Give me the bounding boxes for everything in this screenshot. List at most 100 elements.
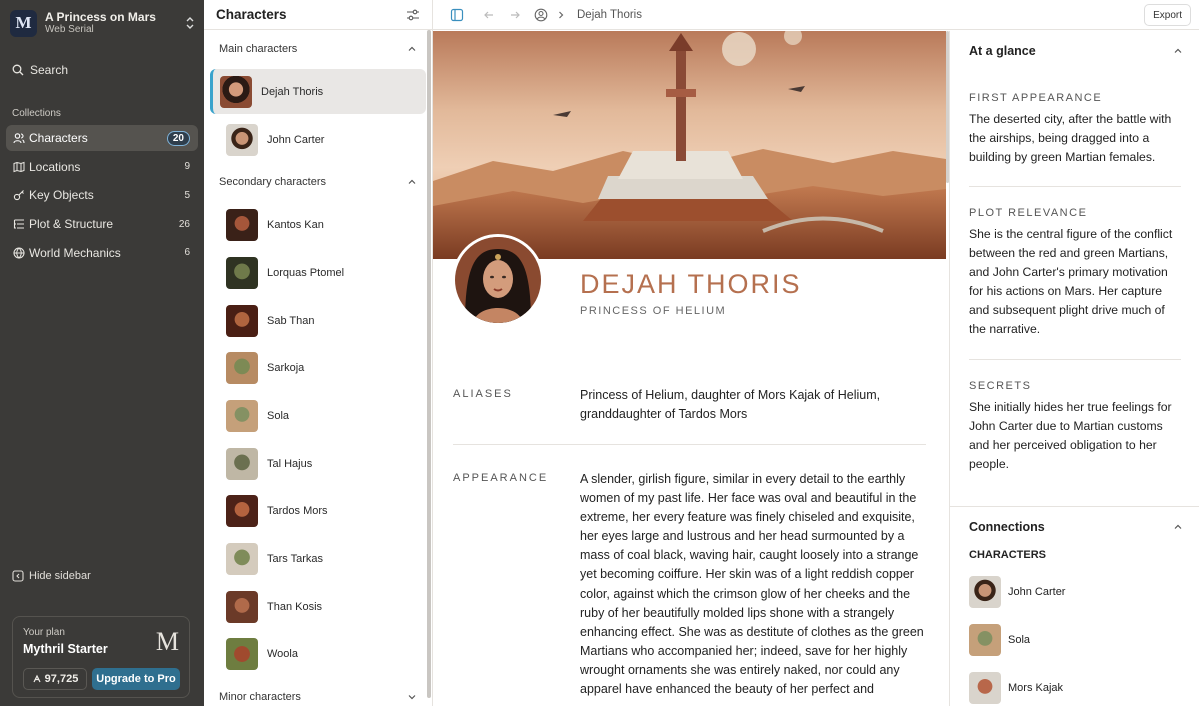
plan-name: Mythril Starter bbox=[23, 642, 108, 656]
list-header: Characters bbox=[204, 0, 432, 30]
avatar bbox=[226, 209, 258, 242]
info-panel: At a glance FIRST APPEARANCE The deserte… bbox=[949, 31, 1199, 706]
arrow-left-icon[interactable] bbox=[481, 7, 497, 23]
avatar bbox=[226, 123, 258, 156]
list-item-tardos-mors[interactable]: Tardos Mors bbox=[210, 488, 426, 536]
list-item-tars-tarkas[interactable]: Tars Tarkas bbox=[210, 535, 426, 583]
chevron-up-icon[interactable] bbox=[1173, 46, 1183, 56]
list-item-woola[interactable]: Woola bbox=[210, 631, 426, 679]
list-item-sola[interactable]: Sola bbox=[210, 392, 426, 440]
divider bbox=[969, 186, 1181, 187]
character-portrait bbox=[452, 234, 544, 326]
list-item-sarkoja[interactable]: Sarkoja bbox=[210, 344, 426, 392]
list-item-lorquas-ptomel[interactable]: Lorquas Ptomel bbox=[210, 249, 426, 297]
chevron-right-icon bbox=[557, 7, 565, 23]
chevron-up-icon bbox=[408, 46, 416, 51]
avatar bbox=[226, 304, 258, 337]
sidebar-item-locations[interactable]: Locations 9 bbox=[6, 154, 198, 180]
avatar bbox=[226, 447, 258, 480]
hero-image bbox=[433, 31, 946, 259]
first-appearance-value: The deserted city, after the battle with… bbox=[969, 112, 1172, 165]
project-subtitle: Web Serial bbox=[45, 24, 94, 35]
aliases-label: ALIASES bbox=[453, 388, 513, 400]
connection-sola[interactable]: Sola bbox=[969, 624, 1030, 656]
globe-icon bbox=[13, 247, 25, 259]
list-tree-icon bbox=[13, 218, 25, 230]
plan-logo: M bbox=[155, 627, 179, 656]
main-toolbar: Dejah Thoris Export bbox=[433, 0, 1199, 30]
avatar bbox=[226, 638, 258, 671]
list-item-dejah-thoris[interactable]: Dejah Thoris bbox=[210, 69, 426, 114]
list-item-kantos-kan[interactable]: Kantos Kan bbox=[210, 201, 426, 249]
plot-relevance-value: She is the central figure of the conflic… bbox=[969, 227, 1173, 337]
users-icon bbox=[13, 132, 25, 144]
collections-list: Characters 20 Locations 9 Key Objects 5 … bbox=[6, 125, 198, 268]
secrets-label: SECRETS bbox=[969, 380, 1032, 392]
search-label: Search bbox=[30, 63, 69, 77]
list-item-sab-than[interactable]: Sab Than bbox=[210, 297, 426, 345]
divider bbox=[950, 506, 1199, 507]
connection-mors-kajak[interactable]: Mors Kajak bbox=[969, 672, 1063, 704]
export-button[interactable]: Export bbox=[1144, 4, 1191, 26]
toggle-panel-icon[interactable] bbox=[449, 7, 465, 23]
first-appearance-label: FIRST APPEARANCE bbox=[969, 92, 1103, 104]
search-icon bbox=[12, 64, 24, 76]
avatar bbox=[969, 624, 1001, 656]
list-title: Characters bbox=[216, 7, 287, 22]
at-a-glance-heading[interactable]: At a glance bbox=[969, 44, 1036, 58]
group-main-characters[interactable]: Main characters bbox=[204, 30, 432, 68]
collections-heading: Collections bbox=[12, 108, 61, 119]
hide-sidebar-button[interactable]: Hide sidebar bbox=[12, 570, 91, 582]
credits-badge[interactable]: 97,725 bbox=[23, 668, 87, 690]
list-item-john-carter[interactable]: John Carter bbox=[210, 116, 426, 164]
character-detail: DEJAH THORIS PRINCESS OF HELIUM ALIASES … bbox=[433, 31, 948, 706]
character-list-panel: Characters Main characters Dejah Thoris … bbox=[204, 0, 433, 706]
list-item-than-kosis[interactable]: Than Kosis bbox=[210, 583, 426, 631]
appearance-label: APPEARANCE bbox=[453, 472, 549, 484]
map-icon bbox=[13, 161, 25, 173]
key-icon bbox=[13, 189, 25, 201]
sidebar-item-characters[interactable]: Characters 20 bbox=[6, 125, 198, 151]
credits-icon bbox=[33, 674, 41, 683]
avatar bbox=[220, 75, 252, 108]
aliases-value: Princess of Helium, daughter of Mors Kaj… bbox=[580, 388, 881, 422]
characters-count-badge: 20 bbox=[166, 130, 190, 146]
project-switcher[interactable]: M A Princess on Mars Web Serial bbox=[10, 9, 196, 37]
plot-relevance-label: PLOT RELEVANCE bbox=[969, 207, 1088, 219]
sidebar-collapse-icon bbox=[12, 570, 24, 582]
sidebar-item-world-mechanics[interactable]: World Mechanics 6 bbox=[6, 240, 198, 266]
breadcrumb[interactable]: Dejah Thoris bbox=[577, 9, 642, 21]
upgrade-button[interactable]: Upgrade to Pro bbox=[92, 668, 180, 690]
divider bbox=[969, 359, 1181, 360]
avatar bbox=[226, 352, 258, 385]
arrow-right-icon[interactable] bbox=[507, 7, 523, 23]
character-name: DEJAH THORIS bbox=[580, 269, 802, 299]
project-logo: M bbox=[10, 9, 37, 37]
list-item-tal-hajus[interactable]: Tal Hajus bbox=[210, 440, 426, 488]
project-title: A Princess on Mars bbox=[45, 10, 156, 24]
character-title: PRINCESS OF HELIUM bbox=[580, 305, 727, 317]
connection-john-carter[interactable]: John Carter bbox=[969, 576, 1065, 608]
chevron-up-down-icon bbox=[184, 16, 196, 30]
sidebar-item-key-objects[interactable]: Key Objects 5 bbox=[6, 182, 198, 208]
plan-label: Your plan bbox=[23, 627, 65, 638]
chevron-up-icon bbox=[408, 180, 416, 185]
filter-settings-icon[interactable] bbox=[406, 8, 420, 22]
avatar bbox=[226, 543, 258, 576]
group-secondary-characters[interactable]: Secondary characters bbox=[204, 163, 432, 201]
avatar bbox=[969, 576, 1001, 608]
list-scrollbar[interactable] bbox=[427, 30, 431, 698]
user-circle-icon bbox=[533, 7, 549, 23]
avatar bbox=[226, 495, 258, 528]
connections-heading[interactable]: Connections bbox=[969, 520, 1045, 534]
chevron-down-icon bbox=[408, 695, 416, 700]
avatar bbox=[969, 672, 1001, 704]
appearance-value: A slender, girlish figure, similar in ev… bbox=[580, 472, 924, 697]
chevron-up-icon[interactable] bbox=[1173, 522, 1183, 532]
avatar bbox=[226, 590, 258, 623]
group-minor-characters[interactable]: Minor characters bbox=[204, 678, 432, 706]
search-button[interactable]: Search bbox=[12, 63, 68, 77]
connections-subheading: CHARACTERS bbox=[969, 549, 1046, 561]
credits-value: 97,725 bbox=[44, 673, 79, 685]
sidebar-item-plot-structure[interactable]: Plot & Structure 26 bbox=[6, 211, 198, 237]
